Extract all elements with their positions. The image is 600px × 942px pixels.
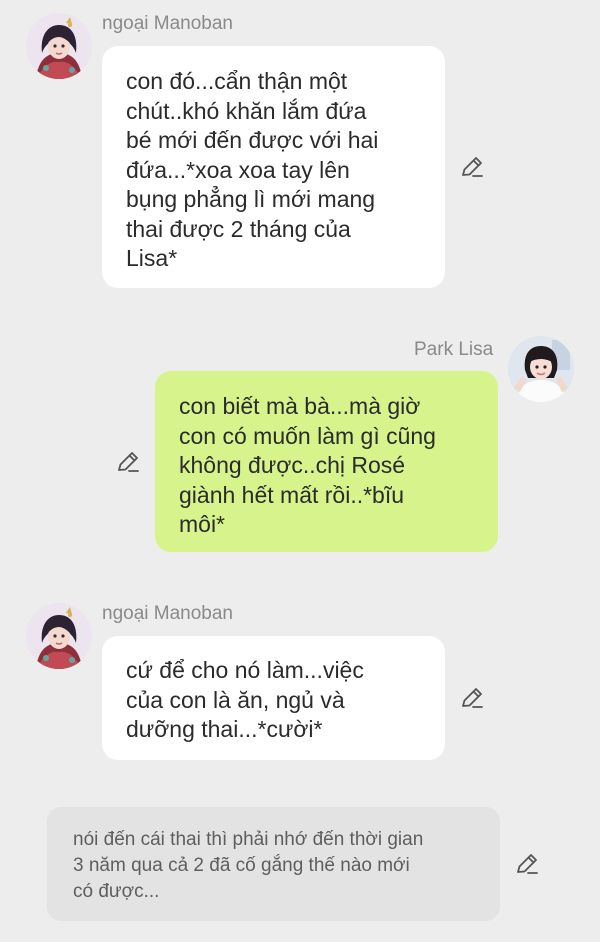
message-bubble[interactable]: cứ để cho nó làm...việc của con là ăn, n… xyxy=(102,636,445,760)
message-bubble[interactable]: con biết mà bà...mà giờ con có muốn làm … xyxy=(155,371,498,552)
pencil-icon xyxy=(462,157,483,177)
pencil-icon xyxy=(517,854,538,874)
sender-name: ngoại Manoban xyxy=(102,603,233,624)
avatar-ngoai-manoban[interactable] xyxy=(26,13,92,79)
edit-message-button[interactable] xyxy=(115,449,141,475)
avatar-ngoai-manoban[interactable] xyxy=(26,603,92,669)
pencil-icon xyxy=(462,688,483,708)
avatar-grandma-icon xyxy=(26,13,92,79)
edit-message-button[interactable] xyxy=(459,685,485,711)
avatar-park-lisa[interactable] xyxy=(508,336,574,402)
narration-bubble[interactable]: nói đến cái thai thì phải nhớ đến thời g… xyxy=(47,807,500,921)
pencil-icon xyxy=(118,452,139,472)
message-bubble[interactable]: con đó...cẩn thận một chút..khó khăn lắm… xyxy=(102,46,445,288)
avatar-grandma-icon xyxy=(26,603,92,669)
edit-message-button[interactable] xyxy=(459,154,485,180)
sender-name: Park Lisa xyxy=(414,339,494,360)
edit-message-button[interactable] xyxy=(514,851,540,877)
avatar-lisa-icon xyxy=(508,336,574,402)
sender-name: ngoại Manoban xyxy=(102,13,233,34)
